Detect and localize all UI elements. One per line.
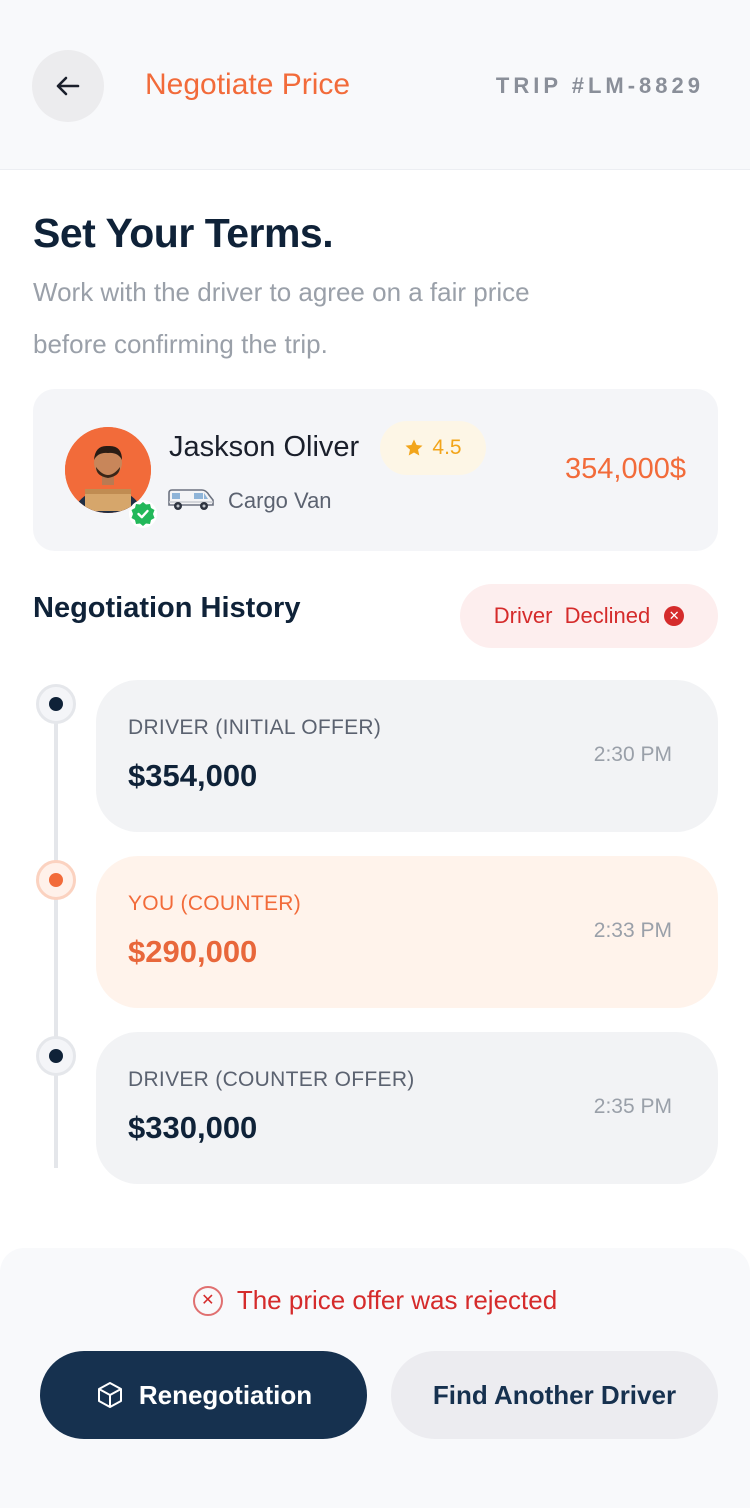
section-subtitle: Work with the driver to agree on a fair …	[33, 266, 593, 370]
timeline-dot	[36, 1036, 76, 1076]
renegotiation-label: Renegotiation	[138, 1379, 313, 1410]
rejection-message: ✕ The price offer was rejected	[0, 1285, 750, 1316]
arrow-left-icon	[56, 76, 80, 96]
offer-amount: $354,000	[128, 758, 258, 793]
timeline-dot-active	[36, 860, 76, 900]
rejection-text: The price offer was rejected	[236, 1285, 558, 1315]
rating-badge: 4.5	[380, 421, 486, 475]
x-circle-icon: ✕	[192, 1285, 223, 1316]
offer-card-you-counter: YOU (COUNTER) $290,000 2:33 PM	[96, 856, 718, 1008]
timeline-dot	[36, 684, 76, 724]
top-bar: Negotiate Price TRIP #LM-8829	[0, 0, 750, 170]
status-badge: Driver Declined ✕	[460, 584, 718, 648]
find-another-driver-button[interactable]: Find Another Driver	[391, 1351, 718, 1439]
find-driver-label: Find Another Driver	[432, 1379, 677, 1410]
offer-amount: $290,000	[128, 934, 258, 969]
section-heading: Set Your Terms.	[33, 210, 334, 256]
box-icon	[97, 1382, 122, 1408]
back-button[interactable]	[32, 50, 104, 122]
subtitle-line-2: before confirming the trip.	[33, 329, 328, 359]
history-title: Negotiation History	[33, 592, 301, 624]
status-label: Driver Declined	[493, 603, 651, 628]
verified-badge-icon	[129, 500, 157, 528]
offer-amount: $330,000	[128, 1110, 258, 1145]
page-title: Negotiate Price	[145, 68, 351, 101]
offer-party: YOU (COUNTER)	[128, 892, 302, 915]
trip-id: TRIP #LM-8829	[495, 73, 704, 98]
offer-card-driver-counter: DRIVER (COUNTER OFFER) $330,000 2:35 PM	[96, 1032, 718, 1184]
driver-price: 354,000$	[565, 453, 686, 485]
vehicle-type: Cargo Van	[228, 488, 332, 513]
close-circle-icon: ✕	[664, 606, 685, 626]
star-icon	[405, 439, 423, 456]
driver-name: Jaskson Oliver	[169, 431, 360, 463]
renegotiation-button[interactable]: Renegotiation	[40, 1351, 367, 1439]
offer-time: 2:33 PM	[593, 919, 672, 942]
van-icon	[168, 489, 214, 510]
subtitle-line-1: Work with the driver to agree on a fair …	[33, 277, 530, 307]
offer-card-driver-initial: DRIVER (INITIAL OFFER) $354,000 2:30 PM	[96, 680, 718, 832]
driver-card[interactable]: Jaskson Oliver 4.5 Cargo Van 354,000$	[33, 389, 718, 551]
offer-party: DRIVER (INITIAL OFFER)	[128, 716, 382, 739]
offer-time: 2:35 PM	[593, 1095, 672, 1118]
rating-value: 4.5	[432, 436, 462, 459]
offer-party: DRIVER (COUNTER OFFER)	[128, 1068, 415, 1091]
timeline-line	[54, 704, 58, 1168]
offer-time: 2:30 PM	[593, 743, 672, 766]
